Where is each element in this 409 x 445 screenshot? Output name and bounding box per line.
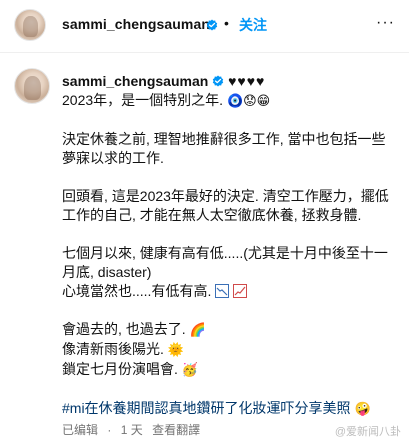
watermark: @爱新闻八卦: [334, 426, 401, 438]
caption-verified-badge-icon: [212, 73, 224, 87]
post-header: sammi_chengsauman • 关注 ···: [0, 0, 409, 52]
caption-line-1: 2023年，是一個特別之年. 🧿😟😁: [62, 91, 402, 111]
caption-line-rainbow: 會過去的, 也過去了. 🌈: [62, 320, 402, 340]
verified-badge-icon: [206, 18, 218, 31]
line1-emoji: 🧿😟😁: [226, 94, 271, 109]
hashtag-link[interactable]: #mi在休養期間認真地鑽研了化妝運吓分享美照: [62, 400, 351, 416]
caption-text: 月底, disaster): [62, 264, 152, 280]
caption-line-sun: 像清新雨後陽光. 🌞: [62, 340, 402, 360]
caption-user-line: sammi_chengsauman ♥♥♥♥: [62, 72, 402, 91]
caption-text: 工作的自己, 才能在無人太空徹底休養, 拯救身體.: [62, 207, 362, 223]
caption-username[interactable]: sammi_chengsauman: [62, 73, 208, 89]
caption-text: 鎖定七月份演唱會.: [62, 361, 178, 377]
edited-label: 已编辑: [62, 423, 99, 437]
caption-text: 像清新雨後陽光.: [62, 341, 164, 357]
caption-text: 2023年，是一個特別之年.: [62, 92, 224, 108]
caption-line-hashtag: #mi在休養期間認真地鑽研了化妝運吓分享美照 🤪: [62, 399, 402, 419]
caption-avatar[interactable]: [14, 68, 50, 104]
caption-text: 夢寐以求的工作.: [62, 150, 164, 166]
zany-face-emoji: 🤪: [354, 402, 371, 417]
caption-text: 回頭看, 這是2023年最好的決定. 清空工作壓力，擺低: [62, 188, 389, 204]
post-age[interactable]: 1 天: [121, 423, 143, 437]
caption-line-mood: 心境當然也.....有低有高.: [62, 282, 402, 301]
caption-text: 七個月以來, 健康有高有低.....(尤其是十月中後至十一: [62, 245, 388, 261]
profile-avatar[interactable]: [14, 9, 46, 41]
caption-text: 決定休養之前, 理智地推辭很多工作, 當中也包括一些: [62, 131, 386, 147]
more-options-icon[interactable]: ···: [376, 14, 395, 32]
follow-button[interactable]: 关注: [239, 15, 267, 35]
chart-increasing-icon: [233, 284, 248, 298]
chart-decreasing-icon: [215, 284, 230, 298]
caption-text: 心境當然也.....有低有高.: [62, 283, 212, 299]
caption-line-concert: 鎖定七月份演唱會. 🥳: [62, 360, 402, 380]
post-meta: 已编辑 · 1 天 查看翻譯: [62, 421, 206, 438]
header-divider: [0, 52, 409, 53]
caption-text: 會過去的, 也過去了.: [62, 321, 186, 337]
see-translation-link[interactable]: 查看翻譯: [152, 423, 200, 437]
sun-emoji: 🌞: [167, 343, 184, 358]
meta-dot: ·: [107, 423, 112, 437]
party-emoji: 🥳: [181, 363, 198, 378]
header-separator: •: [224, 15, 229, 31]
profile-username[interactable]: sammi_chengsauman: [62, 16, 210, 32]
hearts-emoji: ♥♥♥♥: [228, 73, 266, 89]
rainbow-emoji: 🌈: [189, 323, 206, 338]
post-caption: sammi_chengsauman ♥♥♥♥ 2023年，是一個特別之年. 🧿😟…: [62, 72, 402, 419]
